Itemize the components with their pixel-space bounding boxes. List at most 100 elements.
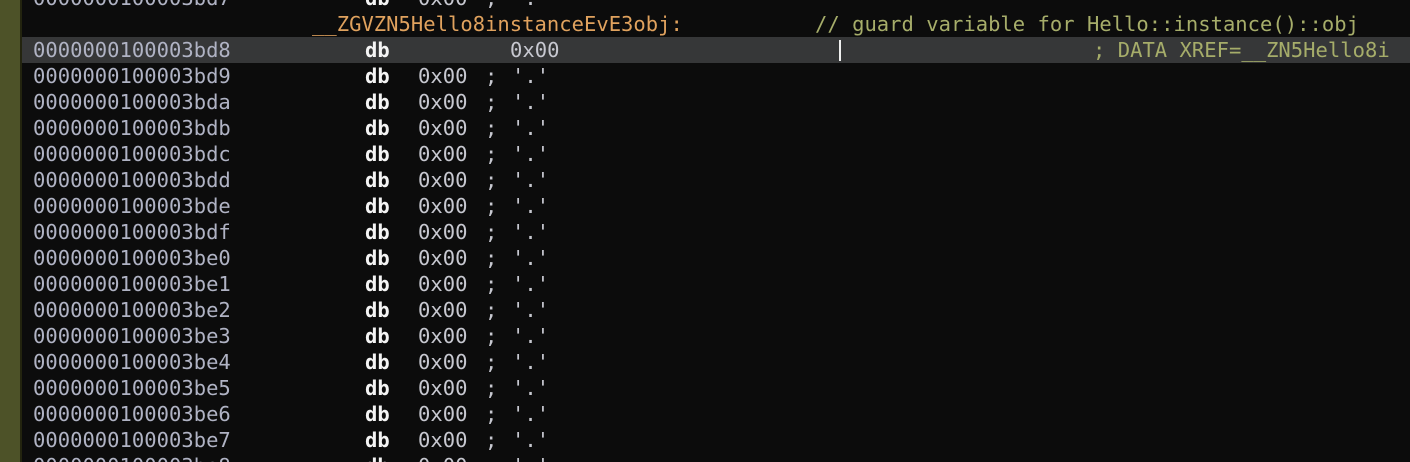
row-address: 0000000100003bdd [33, 168, 231, 192]
row-address: 0000000100003be4 [33, 350, 231, 374]
xref-comment[interactable]: ; DATA XREF=__ZN5Hello8i [1093, 37, 1390, 63]
row-mnemonic: db [365, 90, 390, 114]
row-mnemonic: db [365, 324, 390, 348]
row-address: 0000000100003bdf [33, 220, 231, 244]
row-operand: 0x00 [418, 324, 468, 348]
row-address: 0000000100003be2 [33, 298, 231, 322]
listing-row[interactable]: 0000000100003be6 db 0x00 ; '.' [22, 401, 1410, 427]
side-gutter [0, 0, 20, 462]
row-semicolon: ; [485, 220, 498, 244]
row-operand: 0x00 [418, 64, 468, 88]
row-char: '.' [512, 324, 550, 348]
disassembler-window: 0000000100003bd7 db 0x00 ; '.' __ZGVZN5H… [0, 0, 1410, 462]
row-char: '.' [512, 64, 550, 88]
listing-label-row[interactable]: __ZGVZN5Hello8instanceEvE3obj: // guard … [22, 11, 1410, 37]
row-semicolon: ; [485, 194, 498, 218]
row-char: '.' [512, 298, 550, 322]
row-char: '.' [512, 246, 550, 270]
row-mnemonic: db [365, 142, 390, 166]
label-comment: // guard variable for Hello::instance():… [815, 12, 1359, 36]
row-operand: 0x00 [418, 428, 468, 452]
row-char: '.' [512, 194, 550, 218]
row-mnemonic: db [365, 194, 390, 218]
disassembly-listing[interactable]: 0000000100003bd7 db 0x00 ; '.' __ZGVZN5H… [22, 0, 1410, 462]
row-operand: 0x00 [418, 350, 468, 374]
row-char: '.' [512, 453, 549, 462]
row-mnemonic: db [365, 298, 390, 322]
listing-row[interactable]: 0000000100003be4 db 0x00 ; '.' [22, 349, 1410, 375]
row-operand: 0x00 [418, 0, 467, 11]
row-char: '.' [512, 90, 550, 114]
row-char: '.' [512, 272, 550, 296]
row-char: '.' [512, 428, 550, 452]
row-operand: 0x00 [418, 376, 468, 400]
row-mnemonic: db [365, 428, 390, 452]
row-char: '.' [512, 0, 549, 11]
row-operand: 0x00 [418, 402, 468, 426]
row-operand: 0x00 [510, 38, 560, 62]
listing-row[interactable]: 0000000100003be2 db 0x00 ; '.' [22, 297, 1410, 323]
row-mnemonic: db [365, 168, 390, 192]
row-mnemonic: db [365, 350, 390, 374]
row-mnemonic: db [365, 0, 390, 11]
row-semicolon: ; [485, 0, 497, 11]
row-address: 0000000100003bdb [33, 116, 231, 140]
row-semicolon: ; [485, 116, 498, 140]
row-address: 0000000100003be8 [33, 453, 231, 462]
row-address: 0000000100003be1 [33, 272, 231, 296]
row-address: 0000000100003be6 [33, 402, 231, 426]
row-operand: 0x00 [418, 298, 468, 322]
listing-row[interactable]: 0000000100003be5 db 0x00 ; '.' [22, 375, 1410, 401]
listing-row[interactable]: 0000000100003bdb db 0x00 ; '.' [22, 115, 1410, 141]
row-semicolon: ; [485, 376, 498, 400]
row-address: 0000000100003bd9 [33, 64, 231, 88]
row-semicolon: ; [485, 453, 497, 462]
row-semicolon: ; [485, 246, 498, 270]
row-mnemonic: db [365, 376, 390, 400]
row-semicolon: ; [485, 324, 498, 348]
listing-row[interactable]: 0000000100003bdd db 0x00 ; '.' [22, 167, 1410, 193]
row-address: 0000000100003bd8 [33, 38, 231, 62]
symbol-label[interactable]: __ZGVZN5Hello8instanceEvE3obj: [312, 11, 683, 37]
row-operand: 0x00 [418, 168, 468, 192]
row-mnemonic: db [365, 220, 390, 244]
row-char: '.' [512, 350, 550, 374]
listing-row[interactable]: 0000000100003bdf db 0x00 ; '.' [22, 219, 1410, 245]
listing-row[interactable]: 0000000100003bdc db 0x00 ; '.' [22, 141, 1410, 167]
listing-row[interactable]: 0000000100003be7 db 0x00 ; '.' [22, 427, 1410, 453]
row-mnemonic: db [365, 246, 390, 270]
row-mnemonic: db [365, 64, 390, 88]
row-operand: 0x00 [418, 90, 468, 114]
listing-row[interactable]: 0000000100003be0 db 0x00 ; '.' [22, 245, 1410, 271]
row-mnemonic: db [365, 272, 390, 296]
row-char: '.' [512, 116, 550, 140]
selected-listing-row[interactable]: 0000000100003bd8 db 0x00 ; DATA XREF=__Z… [22, 37, 1410, 63]
row-semicolon: ; [485, 402, 498, 426]
listing-row[interactable]: 0000000100003bda db 0x00 ; '.' [22, 89, 1410, 115]
row-semicolon: ; [485, 350, 498, 374]
row-mnemonic: db [365, 38, 390, 62]
row-semicolon: ; [485, 298, 498, 322]
row-operand: 0x00 [418, 142, 468, 166]
row-address: 0000000100003bde [33, 194, 231, 218]
listing-row[interactable]: 0000000100003bde db 0x00 ; '.' [22, 193, 1410, 219]
row-char: '.' [512, 402, 550, 426]
listing-row[interactable]: 0000000100003bd9 db 0x00 ; '.' [22, 63, 1410, 89]
row-address: 0000000100003be0 [33, 246, 231, 270]
row-semicolon: ; [485, 142, 498, 166]
row-mnemonic: db [365, 116, 390, 140]
row-address: 0000000100003be3 [33, 324, 231, 348]
listing-row[interactable]: 0000000100003be3 db 0x00 ; '.' [22, 323, 1410, 349]
row-semicolon: ; [485, 168, 498, 192]
listing-row-partial-top[interactable]: 0000000100003bd7 db 0x00 ; '.' [22, 0, 1410, 11]
listing-row-partial-bottom[interactable]: 0000000100003be8 db 0x00 ; '.' [22, 453, 1410, 462]
row-operand: 0x00 [418, 194, 468, 218]
row-char: '.' [512, 142, 550, 166]
row-operand: 0x00 [418, 272, 468, 296]
row-mnemonic: db [365, 402, 390, 426]
row-address: 0000000100003bdc [33, 142, 231, 166]
row-semicolon: ; [485, 272, 498, 296]
row-char: '.' [512, 220, 550, 244]
listing-row[interactable]: 0000000100003be1 db 0x00 ; '.' [22, 271, 1410, 297]
row-char: '.' [512, 168, 550, 192]
